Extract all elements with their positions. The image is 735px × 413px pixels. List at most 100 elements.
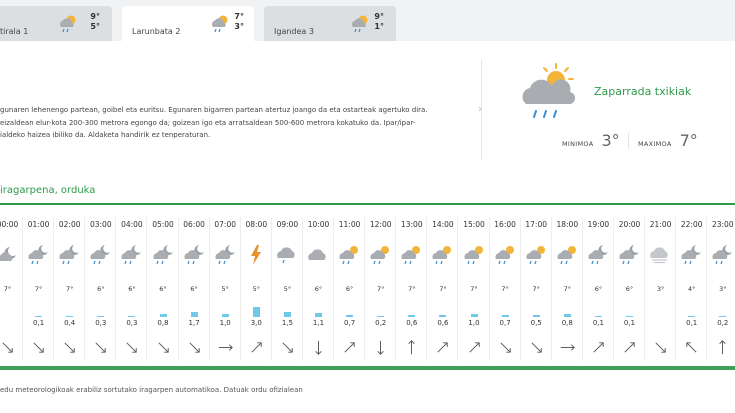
hour-column: 01:00 7° 0,1 <box>23 205 55 363</box>
hour-column: 08:00 5° 3,0 <box>241 205 272 363</box>
min-value: 3° <box>601 131 620 150</box>
precipitation-bar <box>190 311 198 317</box>
tab-day-label: Larunbata 2 <box>132 27 181 36</box>
hour-temperature: 6° <box>594 285 603 293</box>
hour-temperature: 5° <box>221 285 229 293</box>
wind-arrow-icon <box>377 340 384 355</box>
condition-label: Zaparrada txikiak <box>594 85 692 98</box>
wind-arrow-icon <box>157 342 169 353</box>
hour-precipitation: 0,2 <box>717 319 729 327</box>
sun-cloud-rain-icon <box>370 246 390 265</box>
hour-precipitation: 1,0 <box>468 319 480 327</box>
wind-arrow-icon <box>33 342 44 353</box>
hour-column: 15:00 7° 1,0 <box>459 205 490 363</box>
hour-column: 22:00 4° 0,1 <box>676 205 708 363</box>
hour-column: 00:00 7° <box>0 205 23 363</box>
hour-time: 15:00 <box>463 220 485 229</box>
hour-time: 17:00 <box>525 220 547 229</box>
hour-temperature: 7° <box>563 285 571 293</box>
precipitation-bar <box>159 314 167 317</box>
tab-day-label: tirala 1 <box>0 27 29 36</box>
wind-arrow-icon <box>126 342 138 353</box>
hour-column: 19:00 6° 0,1 <box>583 205 614 363</box>
hour-column: 14:00 7° 0,6 <box>427 205 459 363</box>
moon-cloud-icon <box>0 247 16 261</box>
wind-arrow-icon <box>315 340 322 355</box>
wind-arrow-icon <box>593 342 604 353</box>
hour-precipitation: 1,0 <box>219 319 231 327</box>
moon-cloud-rain-icon <box>59 245 80 265</box>
hour-time: 16:00 <box>494 220 516 229</box>
hour-precipitation: 0,4 <box>64 319 76 327</box>
cloud-sun-rain-icon <box>60 15 76 33</box>
sun-cloud-rain-icon <box>557 246 576 265</box>
max-label: MAXIMOA <box>638 140 672 148</box>
description-line: ialdeko haizea ibiliko da. Aldaketa hand… <box>0 131 211 139</box>
max-temp: MAXIMOA 7° <box>638 131 698 150</box>
hour-temperature: 5° <box>283 285 292 293</box>
cloud-fog-icon <box>650 247 668 264</box>
tab-low-temp: 1° <box>374 22 384 31</box>
wind-arrow-icon <box>251 342 262 353</box>
moon-cloud-rain-icon <box>681 245 702 265</box>
hour-column: 03:00 6° 0,3 <box>85 205 117 363</box>
hour-column: 11:00 6° 0,7 <box>334 205 366 363</box>
hour-column: 16:00 7° 0,7 <box>490 205 521 363</box>
hour-precipitation: 0,7 <box>499 319 511 327</box>
tab-day-3[interactable]: Igandea 3 9° 1° <box>264 6 396 42</box>
hour-precipitation: 0,1 <box>592 319 604 327</box>
hour-time: 12:00 <box>369 220 392 229</box>
hour-column: 18:00 7° 0,8 <box>552 205 583 363</box>
hour-precipitation: 0,3 <box>126 319 138 327</box>
hour-temperature: 4° <box>687 285 696 293</box>
hour-column: 21:00 3° <box>645 205 677 363</box>
wind-arrow-icon <box>218 344 233 351</box>
hour-time: 22:00 <box>680 220 703 229</box>
minmax-separator <box>628 133 629 149</box>
sun-cloud-rain-icon <box>432 246 452 265</box>
hour-precipitation: 0,3 <box>95 319 107 327</box>
bottom-rule <box>0 366 735 370</box>
precipitation-bar <box>128 315 136 317</box>
lightning-icon <box>250 245 261 265</box>
hour-column: 23:00 3° 0,2 <box>707 205 735 363</box>
precipitation-bar <box>532 315 540 317</box>
sun-cloud-rain-icon <box>495 246 514 265</box>
wind-arrow-icon <box>468 342 480 353</box>
cloud-rain-icon <box>277 247 295 264</box>
hour-precipitation: 0,7 <box>344 319 356 327</box>
tab-day-1[interactable]: tirala 1 9° 5° <box>0 6 112 42</box>
min-label: MINIMOA <box>562 140 594 148</box>
precipitation-bar <box>501 314 509 317</box>
hour-temperature: 3° <box>719 285 727 293</box>
hour-precipitation: 1,5 <box>281 319 293 327</box>
moon-cloud-rain-icon <box>121 245 142 265</box>
tab-day-2[interactable]: Larunbata 2 7° 3° <box>122 6 254 42</box>
hour-time: 14:00 <box>432 220 454 229</box>
moon-cloud-rain-icon <box>184 245 204 265</box>
precipitation-bar <box>346 314 354 317</box>
precipitation-bar <box>470 313 478 317</box>
hour-temperature: 3° <box>656 285 665 293</box>
precipitation-bar <box>315 313 322 317</box>
hour-column: 02:00 7° 0,4 <box>54 205 86 363</box>
hour-column: 09:00 5° 1,5 <box>272 205 303 363</box>
tab-high-temp: 9° <box>90 12 100 21</box>
hour-temperature: 7° <box>501 285 509 293</box>
hour-precipitation: 0,2 <box>375 319 387 327</box>
hour-temperature: 7° <box>34 285 43 293</box>
precipitation-bar <box>408 315 416 317</box>
wind-arrow-icon <box>282 342 293 353</box>
hourly-columns: 00:00 7° 01:00 7° 0,1 02:00 7° 0,4 03:00 6° 0,3… <box>0 205 735 365</box>
hour-time: 11:00 <box>338 220 361 229</box>
hour-precipitation: 0,8 <box>157 319 169 327</box>
precipitation-bar <box>97 315 105 317</box>
cloud-sun-rain-icon <box>352 15 368 33</box>
wind-arrow-icon <box>500 342 511 353</box>
moon-cloud-rain-icon <box>152 245 173 265</box>
hour-time: 20:00 <box>618 220 641 229</box>
hour-column: 07:00 5° 1,0 <box>210 205 241 363</box>
hour-time: 10:00 <box>307 220 330 229</box>
moon-cloud-rain-icon <box>215 245 235 265</box>
precipitation-bar <box>563 314 571 317</box>
